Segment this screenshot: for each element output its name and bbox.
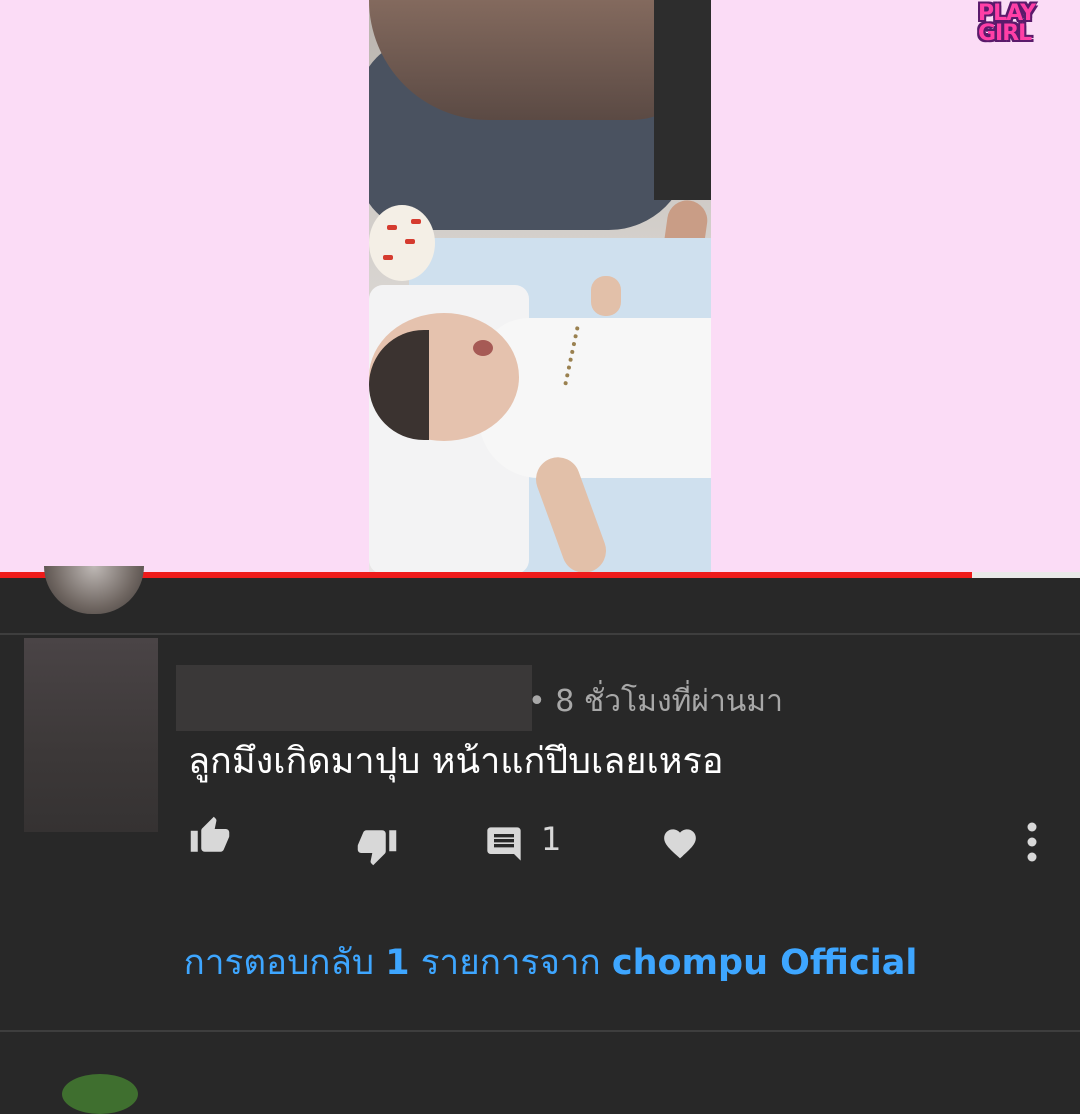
comment-menu-button[interactable] [1022, 822, 1042, 862]
comment-divider [0, 633, 1080, 635]
more-vert-icon [1027, 822, 1037, 862]
commenter-name-redacted[interactable] [176, 665, 532, 731]
heart-icon [664, 829, 696, 859]
video-progress-fill [0, 572, 972, 578]
replies-middle: รายการจาก [409, 943, 612, 983]
watermark-text: PLAY GIRL [978, 1, 1036, 46]
video-player[interactable]: PLAY GIRL [0, 0, 1080, 574]
video-frame [369, 0, 711, 574]
view-replies-link[interactable]: การตอบกลับ 1 รายการจาก chompu Official [0, 935, 1080, 990]
commenter-avatar-redacted[interactable] [24, 638, 158, 832]
dislike-button[interactable] [356, 825, 398, 867]
comment-text: ลูกมึงเกิดมาปุบ หน้าแก่ปึบเลยเหรอ [188, 741, 724, 782]
replies-count: 1 [385, 943, 410, 983]
comment-divider-bottom [0, 1030, 1080, 1032]
next-comment-avatar[interactable] [62, 1074, 138, 1114]
thumb-up-icon [190, 816, 230, 852]
video-progress-bar[interactable] [0, 572, 1080, 578]
reply-count: 1 [541, 820, 562, 858]
replies-prefix: การตอบกลับ [183, 943, 386, 983]
previous-comment-avatar[interactable] [44, 566, 144, 614]
comment-timestamp: • 8 ชั่วโมงที่ผ่านมา [528, 684, 783, 719]
channel-watermark-logo: PLAY GIRL [976, 0, 1072, 46]
comment-icon [487, 827, 521, 861]
reply-button[interactable] [484, 823, 524, 865]
thumb-down-icon [357, 830, 397, 866]
replies-author: chompu Official [611, 943, 918, 983]
like-button[interactable] [189, 815, 231, 857]
creator-heart-button[interactable] [661, 824, 699, 860]
